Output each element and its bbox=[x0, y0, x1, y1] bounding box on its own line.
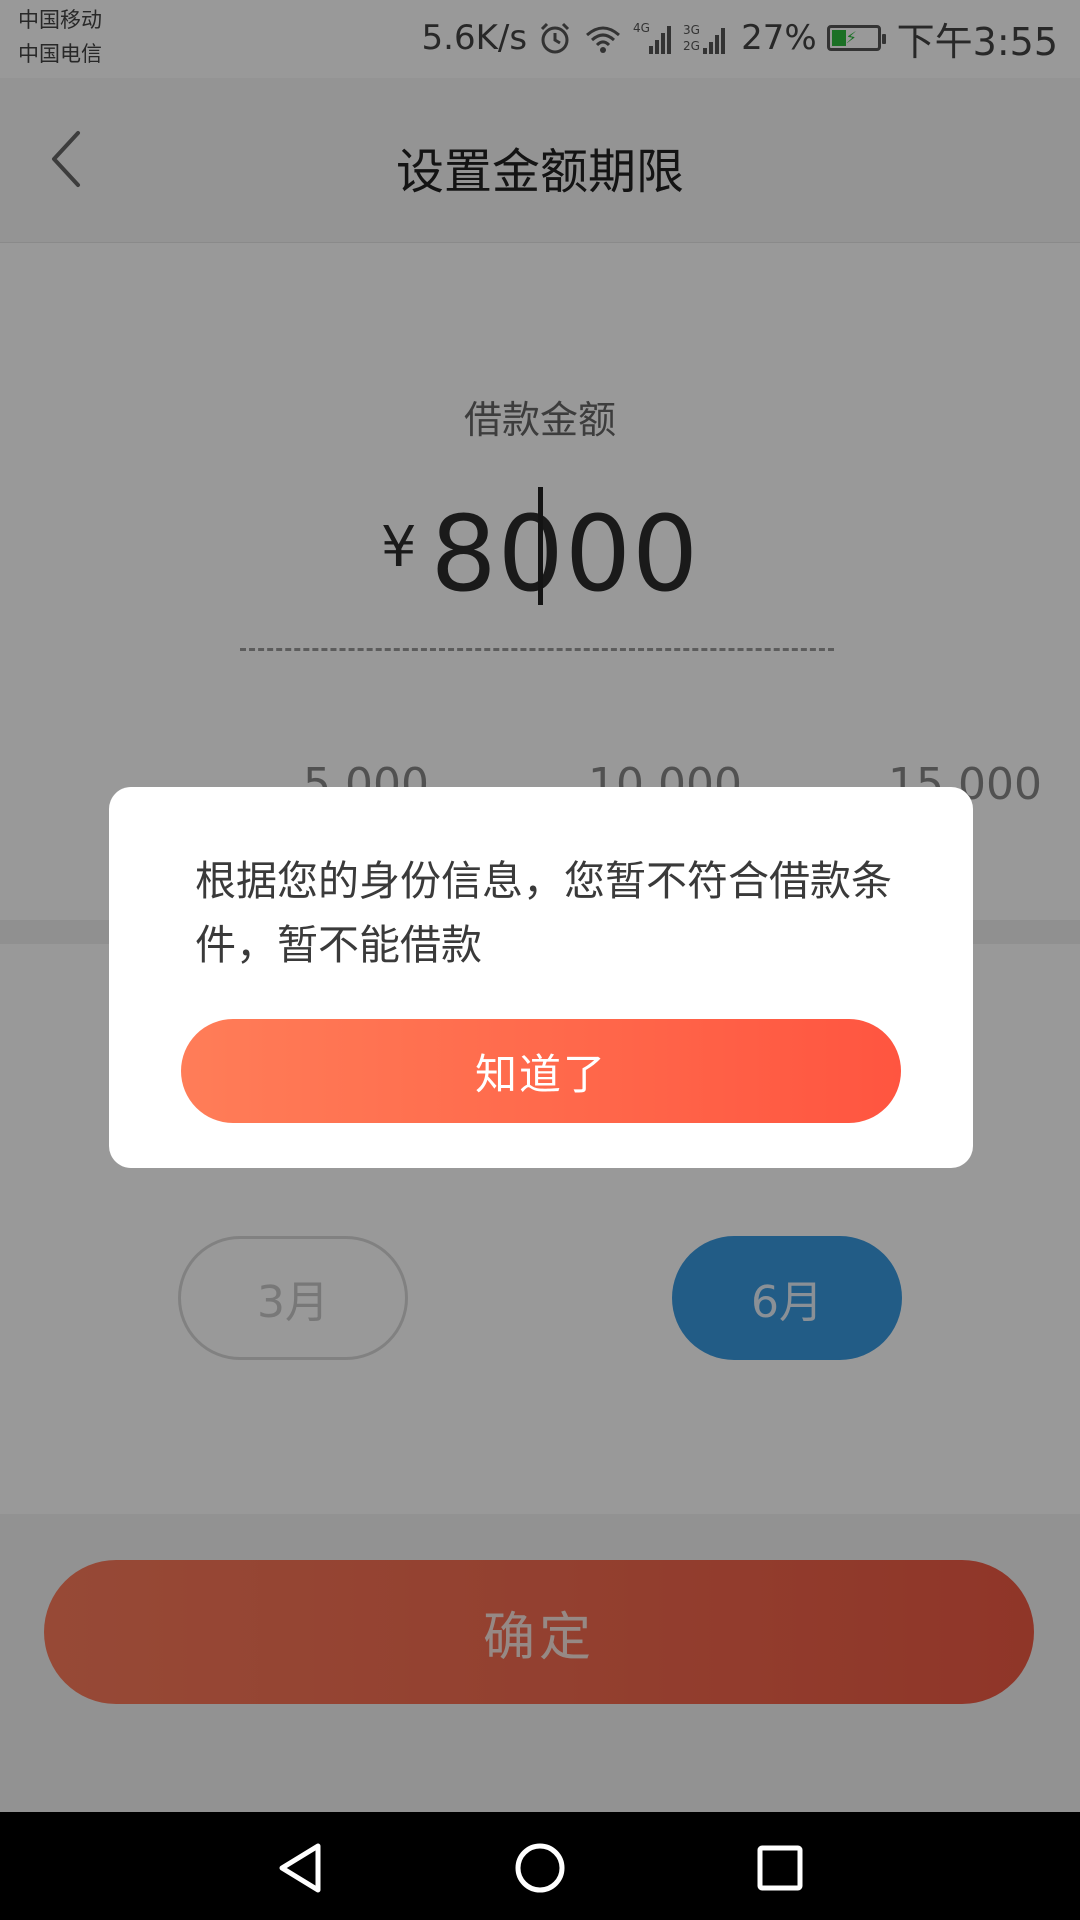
nav-home-button[interactable] bbox=[508, 1836, 572, 1900]
triangle-back-icon bbox=[279, 1843, 321, 1893]
navigation-bar bbox=[0, 1812, 1080, 1920]
dialog-ok-button[interactable]: 知道了 bbox=[181, 1019, 901, 1123]
dialog-message: 根据您的身份信息，您暂不符合借款条件，暂不能借款 bbox=[195, 857, 892, 969]
square-recent-icon bbox=[757, 1845, 803, 1891]
nav-back-button[interactable] bbox=[268, 1836, 332, 1900]
alert-dialog: 根据您的身份信息，您暂不符合借款条件，暂不能借款 知道了 bbox=[109, 787, 973, 1168]
circle-home-icon bbox=[515, 1843, 565, 1893]
nav-recent-button[interactable] bbox=[748, 1836, 812, 1900]
